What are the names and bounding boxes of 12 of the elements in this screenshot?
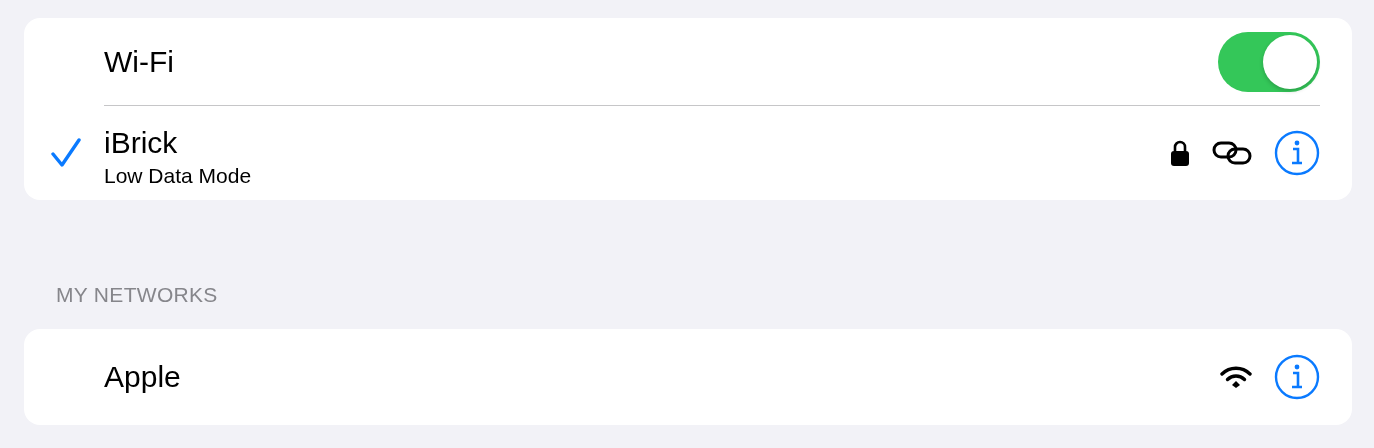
info-icon[interactable] bbox=[1274, 130, 1320, 176]
wifi-toggle[interactable] bbox=[1218, 31, 1320, 92]
network-row[interactable]: iBrick Low Data Mode bbox=[24, 106, 1352, 200]
info-icon[interactable] bbox=[1274, 354, 1320, 400]
link-icon bbox=[1212, 141, 1252, 165]
network-name[interactable]: iBrick bbox=[104, 126, 1170, 160]
lock-icon bbox=[1170, 140, 1190, 166]
wifi-signal-icon bbox=[1220, 365, 1252, 389]
wifi-label: Wi-Fi bbox=[104, 44, 175, 79]
network-subtitle: Low Data Mode bbox=[104, 164, 253, 188]
network-row[interactable]: Apple bbox=[24, 329, 1352, 425]
section-header: MY NETWORKS bbox=[56, 283, 218, 306]
